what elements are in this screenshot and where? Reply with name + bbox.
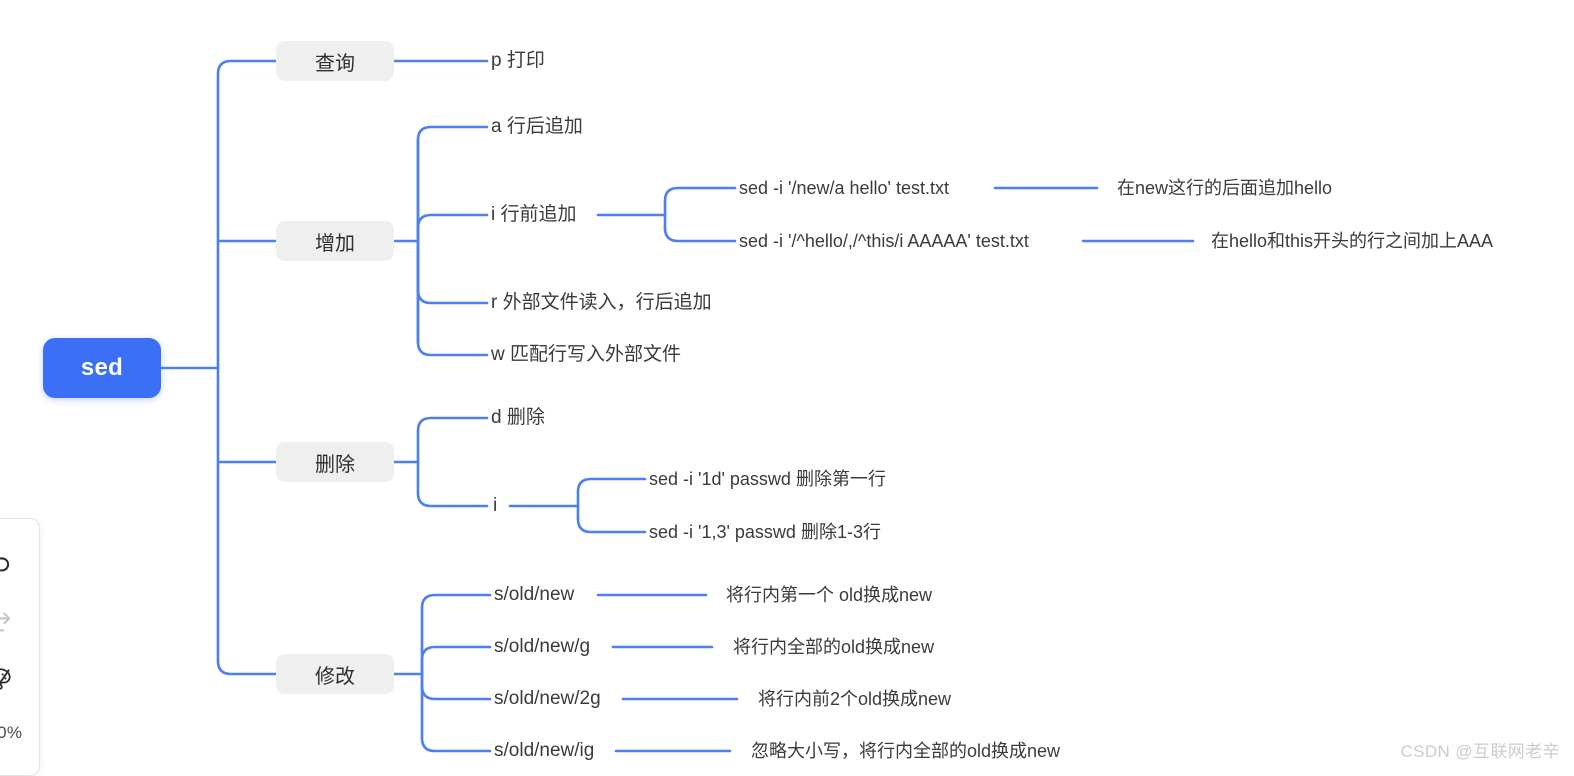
leaf-label: d 删除 <box>491 407 545 428</box>
branch-node-modify[interactable]: 修改 <box>276 654 394 694</box>
leaf-label: sed -i '/^hello/,/^this/i AAAAA' test.tx… <box>739 231 1029 251</box>
mindmap-edges <box>159 59 1195 753</box>
branch-label: 删除 <box>315 453 355 476</box>
leaf-node-read-file[interactable]: r 外部文件读入，行后追加 <box>491 292 712 314</box>
leaf-node-write-file[interactable]: w 匹配行写入外部文件 <box>491 344 681 366</box>
leaf-node-sed-delete-range[interactable]: sed -i '1,3' passwd 删除1-3行 <box>649 521 881 543</box>
branch-node-add[interactable]: 增加 <box>276 221 394 261</box>
floating-toolbar[interactable]: 100% <box>0 518 40 776</box>
leaf-label: i 行前追加 <box>491 204 577 225</box>
branch-node-query[interactable]: 查询 <box>276 41 394 81</box>
leaf-node-insert-before[interactable]: i 行前追加 <box>491 204 577 226</box>
leaf-label: a 行后追加 <box>491 116 583 137</box>
branch-label: 修改 <box>315 665 355 688</box>
branch-node-delete[interactable]: 删除 <box>276 442 394 482</box>
branch-label: 查询 <box>315 52 355 75</box>
note-sub-first: 将行内第一个 old换成new <box>726 584 932 606</box>
note-label: 忽略大小写，将行内全部的old换成new <box>751 741 1061 761</box>
leaf-label: sed -i '/new/a hello' test.txt <box>739 178 949 198</box>
leaf-label: p 打印 <box>491 50 545 71</box>
leaf-label: s/old/new/g <box>494 636 591 657</box>
palette-icon <box>0 666 13 692</box>
mindmap-canvas[interactable]: sed 查询 增加 删除 修改 p 打印 a 行后追加 i 行前追加 r 外部文… <box>0 0 1574 776</box>
leaf-label: w 匹配行写入外部文件 <box>491 344 682 365</box>
csdn-watermark: CSDN @互联网老辛 <box>1400 742 1560 761</box>
leaf-node-print[interactable]: p 打印 <box>491 50 545 72</box>
leaf-label: s/old/new/2g <box>494 688 601 709</box>
note-label: 在new这行的后面追加hello <box>1117 178 1333 198</box>
leaf-label: i <box>493 495 498 516</box>
note-sub-2g: 将行内前2个old换成new <box>758 688 951 710</box>
leaf-node-delete-d[interactable]: d 删除 <box>491 407 545 429</box>
note-label: 将行内前2个old换成new <box>758 689 952 709</box>
undo-icon <box>0 546 13 572</box>
leaf-label: s/old/new <box>494 584 575 605</box>
leaf-node-sed-insert-aaaaa[interactable]: sed -i '/^hello/,/^this/i AAAAA' test.tx… <box>739 230 1029 252</box>
theme-palette-button[interactable] <box>0 657 26 701</box>
leaf-node-sed-delete-first-line[interactable]: sed -i '1d' passwd 删除第一行 <box>649 468 886 490</box>
zoom-level-label[interactable]: 100% <box>0 723 22 743</box>
leaf-label: r 外部文件读入，行后追加 <box>491 292 712 313</box>
leaf-node-sub-first[interactable]: s/old/new <box>494 584 574 606</box>
redo-icon <box>0 606 13 632</box>
leaf-label: s/old/new/ig <box>494 740 595 761</box>
leaf-node-sub-ig[interactable]: s/old/new/ig <box>494 740 594 762</box>
note-label: 将行内第一个 old换成new <box>726 585 933 605</box>
leaf-node-append-after[interactable]: a 行后追加 <box>491 116 583 138</box>
note-label: 在hello和this开头的行之间加上AAA <box>1211 231 1494 251</box>
root-node-sed[interactable]: sed <box>43 338 161 398</box>
leaf-label: sed -i '1,3' passwd 删除1-3行 <box>649 522 881 542</box>
note-sub-global: 将行内全部的old换成new <box>733 636 934 658</box>
leaf-node-sub-global[interactable]: s/old/new/g <box>494 636 590 658</box>
leaf-node-sub-2g[interactable]: s/old/new/2g <box>494 688 601 710</box>
note-label: 将行内全部的old换成new <box>733 637 935 657</box>
leaf-node-sed-append-hello[interactable]: sed -i '/new/a hello' test.txt <box>739 177 949 199</box>
note-sed-append-hello: 在new这行的后面追加hello <box>1117 177 1332 199</box>
note-sed-insert-aaaaa: 在hello和this开头的行之间加上AAA <box>1211 230 1493 252</box>
redo-button[interactable] <box>0 597 26 641</box>
undo-button[interactable] <box>0 537 26 581</box>
note-sub-ig: 忽略大小写，将行内全部的old换成new <box>751 740 1060 762</box>
leaf-label: sed -i '1d' passwd 删除第一行 <box>649 469 886 489</box>
branch-label: 增加 <box>315 232 355 255</box>
leaf-node-delete-i[interactable]: i <box>493 495 497 517</box>
root-node-label: sed <box>80 354 124 381</box>
